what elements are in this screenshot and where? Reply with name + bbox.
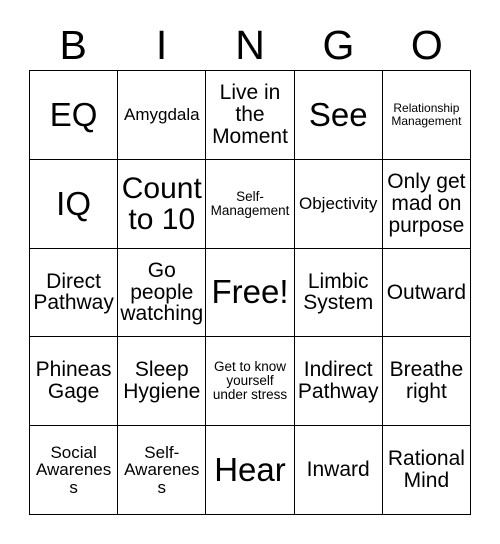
bingo-cell[interactable]: Inward: [294, 426, 383, 515]
bingo-cell-label: Social Awareness: [35, 442, 112, 497]
bingo-cell-label: Amygdala: [123, 105, 200, 125]
bingo-cell-label: Phineas Gage: [35, 358, 112, 404]
header-letter-n: N: [235, 21, 265, 68]
header-letter-i: I: [155, 21, 168, 68]
bingo-cell[interactable]: Get to know yourself under stress: [206, 337, 295, 427]
bingo-cell[interactable]: Objectivity: [294, 159, 383, 249]
header-letter-b: B: [59, 21, 87, 68]
bingo-cell[interactable]: Sleep Hygiene: [118, 337, 207, 427]
bingo-cell-label: Inward: [306, 458, 370, 482]
bingo-cell-label: Relationship Management: [391, 101, 462, 128]
bingo-cell-label: Self-Management: [210, 188, 290, 218]
bingo-cell[interactable]: EQ: [30, 71, 119, 160]
bingo-cell[interactable]: Breathe right: [382, 337, 471, 427]
bingo-cell-label: Self-Awareness: [124, 442, 200, 497]
bingo-cell[interactable]: Phineas Gage: [30, 337, 119, 427]
bingo-cell[interactable]: Live in the Moment: [206, 71, 295, 160]
bingo-cell-label: Only get mad on purpose: [387, 169, 466, 237]
header-letter-o: O: [410, 21, 443, 68]
bingo-cell[interactable]: Count to 10: [118, 159, 207, 249]
bingo-cell[interactable]: Go people watching: [118, 248, 207, 338]
bingo-cell[interactable]: Indirect Pathway: [294, 337, 383, 427]
bingo-cell-label: Count to 10: [121, 171, 202, 236]
bingo-cell-label: Free!: [211, 273, 289, 311]
bingo-cell[interactable]: Social Awareness: [30, 426, 119, 515]
bingo-header-row: B I N G O: [29, 20, 471, 70]
bingo-card: B I N G O EQ Amygdala Live in the Moment Se…: [0, 0, 500, 544]
bingo-cell-label: Breathe right: [389, 358, 464, 404]
bingo-grid: EQ Amygdala Live in the Moment See Relations…: [29, 70, 471, 515]
bingo-cell-label: Live in the Moment: [212, 81, 288, 148]
bingo-cell-label: EQ: [49, 95, 98, 133]
bingo-cell-label: Objectivity: [298, 193, 378, 213]
bingo-cell[interactable]: Limbic System: [294, 248, 383, 338]
bingo-cell-label: Sleep Hygiene: [123, 358, 201, 404]
bingo-cell-label: Rational Mind: [387, 447, 465, 493]
bingo-cell[interactable]: Self-Management: [206, 159, 295, 249]
bingo-cell-label: Get to know yourself under stress: [212, 359, 288, 403]
bingo-cell[interactable]: IQ: [30, 159, 119, 249]
bingo-cell-label: Hear: [214, 450, 286, 488]
bingo-cell[interactable]: Relationship Management: [382, 71, 471, 160]
bingo-cell-label: Go people watching: [120, 258, 204, 326]
bingo-cell[interactable]: See: [294, 71, 383, 160]
bingo-cell-label: See: [308, 95, 368, 133]
bingo-cell-label: IQ: [56, 184, 92, 222]
bingo-cell[interactable]: Amygdala: [118, 71, 207, 160]
bingo-cell-label: Direct Pathway: [33, 269, 114, 315]
bingo-cell[interactable]: Direct Pathway: [30, 248, 119, 338]
bingo-cell[interactable]: Outward: [382, 248, 471, 338]
bingo-cell-label: Limbic System: [303, 269, 374, 315]
header-letter-g: G: [322, 21, 355, 68]
bingo-cell-label: Outward: [386, 280, 467, 304]
bingo-cell[interactable]: Self-Awareness: [118, 426, 207, 515]
bingo-cell[interactable]: Rational Mind: [382, 426, 471, 515]
bingo-cell-label: Indirect Pathway: [297, 358, 379, 404]
bingo-cell[interactable]: Hear: [206, 426, 295, 515]
bingo-cell[interactable]: Free!: [206, 248, 295, 338]
bingo-cell[interactable]: Only get mad on purpose: [382, 159, 471, 249]
